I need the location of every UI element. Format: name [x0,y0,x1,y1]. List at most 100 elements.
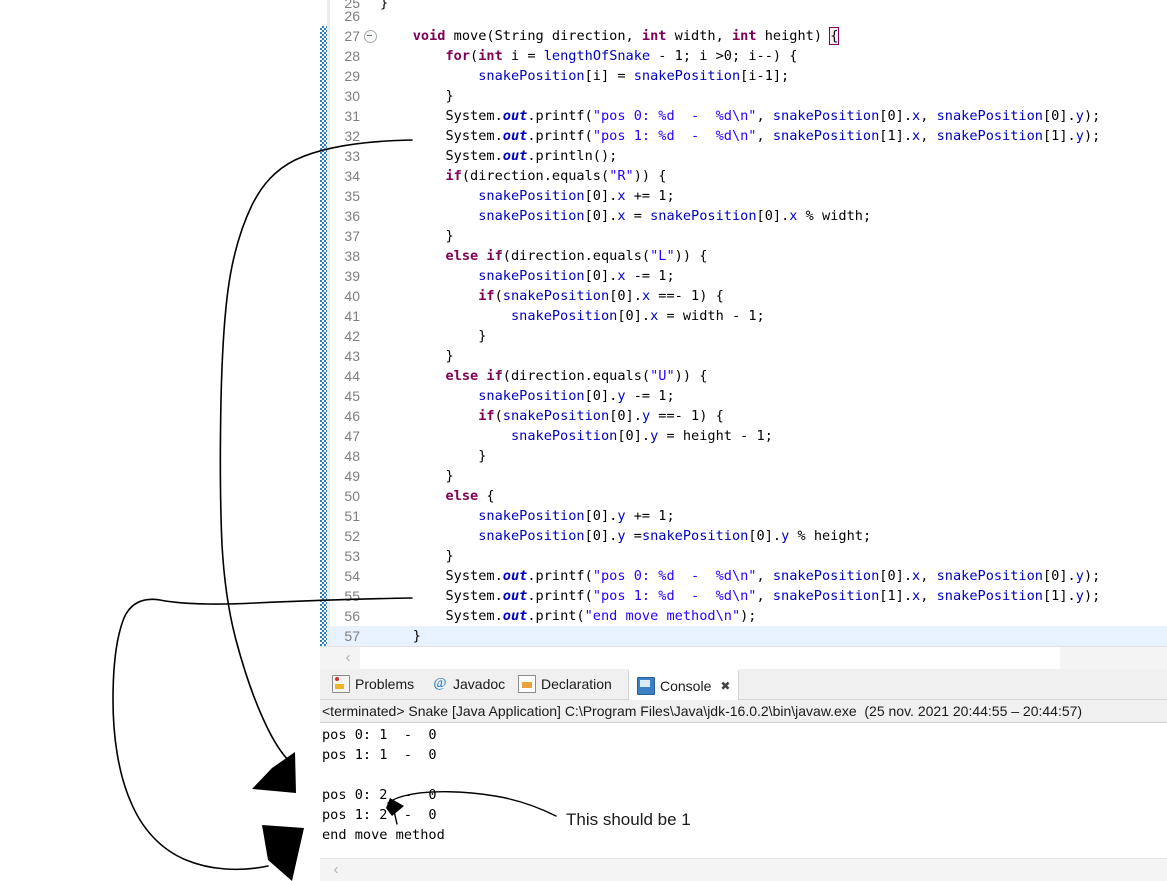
code-line-text: } [380,628,421,644]
code-line[interactable]: 38 else if(direction.equals("L")) { [320,246,1167,266]
code-line[interactable]: 55 System.out.printf("pos 1: %d - %d\n",… [320,586,1167,606]
code-line-text: System.out.printf("pos 0: %d - %d\n", sn… [380,568,1101,584]
code-line[interactable]: 27 void move(String direction, int width… [320,26,1167,46]
code-line[interactable]: 50 else { [320,486,1167,506]
panel-tab-label: Problems [355,676,415,692]
editor-text-area[interactable]: 25} 26 27 void move(String direction, int … [320,0,1167,647]
code-line[interactable]: 30 } [320,86,1167,106]
line-number: 28 [344,48,360,64]
line-number: 38 [344,248,360,264]
code-editor[interactable]: 25} 26 27 void move(String direction, int … [320,0,1167,669]
code-line[interactable]: 39 snakePosition[0].x -= 1; [320,266,1167,286]
code-line[interactable]: 37 } [320,226,1167,246]
code-line[interactable]: 45 snakePosition[0].y -= 1; [320,386,1167,406]
annotation-arrowhead-upper [252,752,296,793]
panel-tab-label: Javadoc [453,676,506,692]
code-line-text: } [380,468,454,484]
code-line-text: if(snakePosition[0].x ==- 1) { [478,288,724,304]
line-change-marker [320,286,327,306]
close-icon[interactable]: ✖ [720,679,730,693]
line-change-marker [320,46,327,66]
line-change-marker [320,346,327,366]
code-line-text: } [380,88,454,104]
code-line[interactable]: 34 if(direction.equals("R")) { [320,166,1167,186]
line-number: 52 [344,528,360,544]
panel-tab-label: Declaration [541,676,612,692]
code-line-text: if(snakePosition[0].y ==- 1) { [478,408,724,424]
code-fold-toggle-icon[interactable] [364,30,377,43]
code-line[interactable]: 46 if(snakePosition[0].y ==- 1) { [320,406,1167,426]
line-change-marker [320,246,327,266]
code-line[interactable]: 41 snakePosition[0].x = width - 1; [320,306,1167,326]
code-line-text: else if(direction.equals("U")) { [445,368,708,384]
code-line-text: snakePosition[i] = snakePosition[i-1]; [478,68,790,84]
code-line-text: void move(String direction, int width, i… [412,27,840,45]
code-line[interactable]: 43 } [320,346,1167,366]
line-change-marker [320,206,327,226]
code-line[interactable]: 44 else if(direction.equals("U")) { [320,366,1167,386]
code-line-text: else if(direction.equals("L")) { [445,248,708,264]
code-line[interactable]: 53 } [320,546,1167,566]
code-line[interactable]: 51 snakePosition[0].y += 1; [320,506,1167,526]
code-line[interactable]: 56 System.out.print("end move method\n")… [320,606,1167,626]
line-number: 49 [344,468,360,484]
line-change-marker [320,626,327,646]
scroll-left-icon[interactable]: ‹ [340,650,356,666]
editor-scroll-thumb[interactable] [360,647,1060,669]
code-line[interactable]: 28 for(int i = lengthOfSnake - 1; i >0; … [320,46,1167,66]
panel-tab-javadoc[interactable]: @ Javadoc [424,669,513,699]
code-line[interactable]: 31 System.out.printf("pos 0: %d - %d\n",… [320,106,1167,126]
code-line[interactable]: 54 System.out.printf("pos 0: %d - %d\n",… [320,566,1167,586]
code-line-text: } [380,548,454,564]
code-line[interactable]: 52 snakePosition[0].y =snakePosition[0].… [320,526,1167,546]
line-number: 32 [344,128,360,144]
code-line[interactable]: 29 snakePosition[i] = snakePosition[i-1]… [320,66,1167,86]
annotation-arrowhead-lower [262,825,304,881]
panel-tab-bar[interactable]: Problems @ Javadoc Declaration Console ✖ [320,669,1167,701]
code-line-text: snakePosition[0].x = width - 1; [510,308,765,324]
code-line-text: System.out.printf("pos 1: %d - %d\n", sn… [380,128,1101,144]
code-line-text: System.out.print("end move method\n"); [380,608,757,624]
line-change-marker [320,446,327,466]
code-line-text: System.out.printf("pos 0: %d - %d\n", sn… [380,108,1101,124]
code-line[interactable]: 57 } [320,626,1167,646]
line-change-marker [320,86,327,106]
code-line[interactable]: 42 } [320,326,1167,346]
line-number: 50 [344,488,360,504]
code-line[interactable]: 48 } [320,446,1167,466]
panel-tab-problems[interactable]: Problems [324,669,422,699]
line-number: 33 [344,148,360,164]
code-line-text: } [380,348,454,364]
line-change-marker [320,326,327,346]
code-line[interactable]: 49 } [320,466,1167,486]
panel-tab-console[interactable]: Console ✖ [628,669,740,701]
line-change-marker [320,566,327,586]
code-line[interactable]: 33 System.out.println(); [320,146,1167,166]
console-horizontal-scrollbar[interactable]: ‹ [320,858,1167,881]
code-line[interactable]: 26 [320,6,1167,26]
line-number: 56 [344,608,360,624]
line-number: 26 [344,8,360,24]
code-line-text: System.out.println(); [380,148,618,164]
declaration-icon [518,675,536,693]
code-line[interactable]: 32 System.out.printf("pos 1: %d - %d\n",… [320,126,1167,146]
code-line[interactable]: 40 if(snakePosition[0].x ==- 1) { [320,286,1167,306]
console-output[interactable]: pos 0: 1 - 0 pos 1: 1 - 0 pos 0: 2 - 0 p… [320,723,1167,860]
panel-tab-declaration[interactable]: Declaration [510,669,620,699]
code-line[interactable]: 47 snakePosition[0].y = height - 1; [320,426,1167,446]
line-number: 34 [344,168,360,184]
code-line-text: snakePosition[0].y =snakePosition[0].y %… [478,528,872,544]
line-change-marker [320,366,327,386]
code-line[interactable]: 35 snakePosition[0].x += 1; [320,186,1167,206]
console-scroll-left-icon[interactable]: ‹ [328,862,344,878]
line-change-marker [320,166,327,186]
line-change-marker [320,606,327,626]
editor-horizontal-scrollbar[interactable]: ‹ [320,646,1167,669]
code-line[interactable]: 36 snakePosition[0].x = snakePosition[0]… [320,206,1167,226]
line-change-marker [320,586,327,606]
line-number: 31 [344,108,360,124]
line-number: 48 [344,448,360,464]
code-line-text: System.out.printf("pos 1: %d - %d\n", sn… [380,588,1101,604]
problems-icon [332,675,350,693]
line-number: 35 [344,188,360,204]
